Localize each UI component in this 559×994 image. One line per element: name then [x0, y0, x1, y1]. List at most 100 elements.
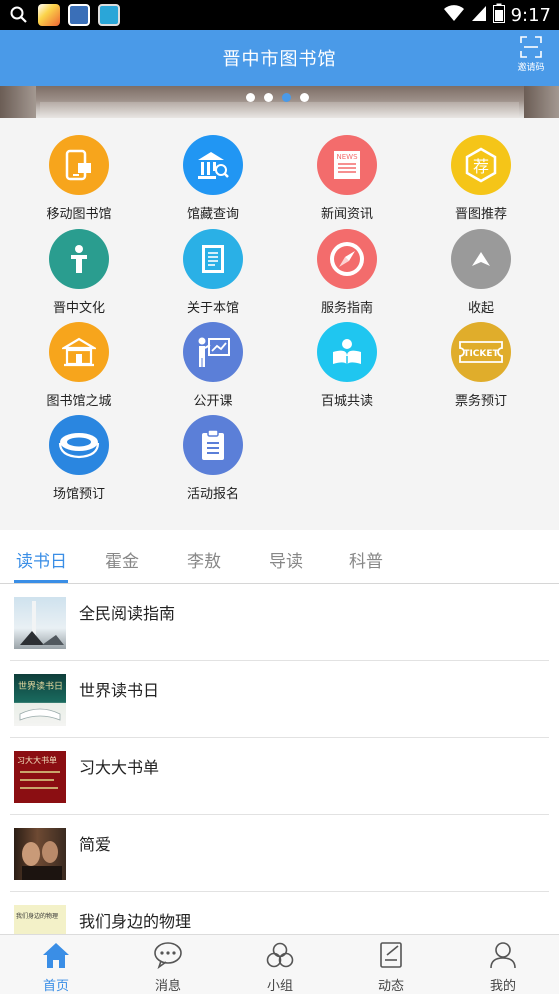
scan-icon: [520, 36, 542, 58]
article-title: 全民阅读指南: [79, 604, 176, 623]
tab-hawking[interactable]: 霍金: [105, 547, 139, 572]
news-text: NEWS: [336, 153, 358, 161]
reading-icon: [317, 322, 377, 382]
grid-item-label: 新闻资讯: [320, 207, 373, 222]
grid-item-ticket[interactable]: TICKET 票务预订: [411, 322, 551, 409]
search-icon: [8, 4, 30, 26]
carousel-indicator: [246, 93, 309, 102]
culture-icon: [49, 229, 109, 289]
nav-label: 小组: [266, 979, 293, 994]
grid-item-label: 关于本馆: [186, 301, 239, 316]
list-item[interactable]: 习大大书单 习大大书单: [0, 738, 559, 815]
tab-guide[interactable]: 导读: [269, 547, 303, 572]
grid-item-label: 图书馆之城: [46, 394, 112, 409]
recommend-icon: 荐: [451, 135, 511, 195]
collection-search-icon: [183, 135, 243, 195]
nav-messages[interactable]: 消息: [138, 941, 198, 994]
group-icon: [266, 942, 294, 968]
grid-item-label: 百城共读: [320, 394, 373, 409]
grid-item-label: 票务预订: [454, 394, 507, 409]
grid-item-recommend[interactable]: 荐 晋图推荐: [411, 135, 551, 222]
function-grid: 移动图书馆 馆藏查询 NEWS 新闻资讯 荐 晋图推荐 晋中文化 关于本馆 服务…: [0, 118, 559, 530]
recommend-char: 荐: [473, 157, 489, 176]
thumb-caption: 我们身边的物理: [16, 913, 59, 920]
grid-item-culture[interactable]: 晋中文化: [9, 229, 149, 316]
article-title: 世界读书日: [79, 681, 160, 700]
grid-item-news[interactable]: NEWS 新闻资讯: [277, 135, 417, 222]
battery-icon: [492, 3, 505, 28]
grid-item-about[interactable]: 关于本馆: [143, 229, 283, 316]
feed-icon: [380, 942, 402, 968]
ticket-text: TICKET: [463, 349, 499, 359]
nav-label: 动态: [377, 979, 404, 994]
article-thumbnail: [14, 828, 66, 880]
grid-item-service-guide[interactable]: 服务指南: [277, 229, 417, 316]
nav-feed[interactable]: 动态: [361, 941, 421, 994]
grid-item-label: 收起: [467, 301, 494, 316]
grid-item-label: 晋中文化: [52, 301, 105, 316]
list-item[interactable]: 世界读书日 世界读书日: [0, 661, 559, 738]
thumb-caption: 习大大书单: [17, 756, 57, 765]
mobile-library-icon: [49, 135, 109, 195]
nav-profile[interactable]: 我的: [473, 941, 533, 994]
ticket-icon: TICKET: [451, 322, 511, 382]
page-title: 晋中市图书馆: [222, 49, 337, 70]
carousel-dot[interactable]: [264, 93, 273, 102]
article-title: 习大大书单: [79, 758, 160, 777]
grid-item-label: 场馆预订: [52, 487, 105, 502]
banner-carousel[interactable]: [0, 86, 559, 118]
nav-group[interactable]: 小组: [250, 941, 310, 994]
article-list: 全民阅读指南 世界读书日 世界读书日 习大大书单 习大大书单 简爱 我们身边的物…: [0, 584, 559, 934]
app-notification-icon: [98, 4, 120, 26]
collapse-icon: [451, 229, 511, 289]
tab-reading-day[interactable]: 读书日: [16, 547, 67, 572]
category-tabs: 读书日 霍金 李敖 导读 科普: [0, 530, 559, 584]
open-course-icon: [183, 322, 243, 382]
tab-science[interactable]: 科普: [349, 547, 383, 572]
status-bar: 9:17: [0, 0, 559, 30]
grid-item-venue[interactable]: 场馆预订: [9, 415, 149, 502]
list-item[interactable]: 我们身边的物理 我们身边的物理: [0, 892, 559, 934]
library-city-icon: [49, 322, 109, 382]
status-time: 9:17: [510, 5, 551, 26]
grid-item-library-city[interactable]: 图书馆之城: [9, 322, 149, 409]
list-item[interactable]: 简爱: [0, 815, 559, 892]
grid-item-label: 公开课: [193, 394, 233, 409]
news-icon: NEWS: [317, 135, 377, 195]
message-icon: [154, 942, 182, 970]
grid-item-collapse[interactable]: 收起: [411, 229, 551, 316]
about-icon: [183, 229, 243, 289]
nav-label: 消息: [154, 979, 181, 994]
carousel-dot-active[interactable]: [282, 93, 291, 102]
app-notification-icon: [68, 4, 90, 26]
venue-icon: [49, 415, 109, 475]
article-thumbnail: 习大大书单: [14, 751, 66, 803]
carousel-dot[interactable]: [246, 93, 255, 102]
grid-item-label: 晋图推荐: [454, 207, 507, 222]
grid-item-label: 移动图书馆: [46, 207, 112, 222]
article-title: 我们身边的物理: [79, 912, 192, 931]
article-title: 简爱: [79, 835, 112, 854]
signal-icon: [471, 4, 487, 27]
grid-item-mobile-library[interactable]: 移动图书馆: [9, 135, 149, 222]
tab-li-ao[interactable]: 李敖: [187, 547, 221, 572]
grid-item-label: 服务指南: [320, 301, 373, 316]
app-header: 晋中市图书馆 邀请码: [0, 30, 559, 86]
grid-item-signup[interactable]: 活动报名: [143, 415, 283, 502]
grid-item-label: 馆藏查询: [186, 207, 239, 222]
grid-item-label: 活动报名: [186, 487, 239, 502]
app-notification-icon: [38, 4, 60, 26]
grid-item-open-course[interactable]: 公开课: [143, 322, 283, 409]
home-icon: [43, 943, 69, 968]
article-thumbnail: [14, 597, 66, 649]
nav-label: 首页: [42, 979, 69, 994]
grid-item-reading[interactable]: 百城共读: [277, 322, 417, 409]
invite-code-button[interactable]: 邀请码: [513, 36, 549, 73]
grid-item-collection-search[interactable]: 馆藏查询: [143, 135, 283, 222]
list-item[interactable]: 全民阅读指南: [0, 584, 559, 661]
bottom-navigation: 首页 消息 小组 动态 我的: [0, 934, 559, 994]
nav-home[interactable]: 首页: [26, 941, 86, 994]
invite-code-label: 邀请码: [517, 63, 545, 73]
carousel-dot[interactable]: [300, 93, 309, 102]
nav-label: 我的: [489, 979, 516, 994]
